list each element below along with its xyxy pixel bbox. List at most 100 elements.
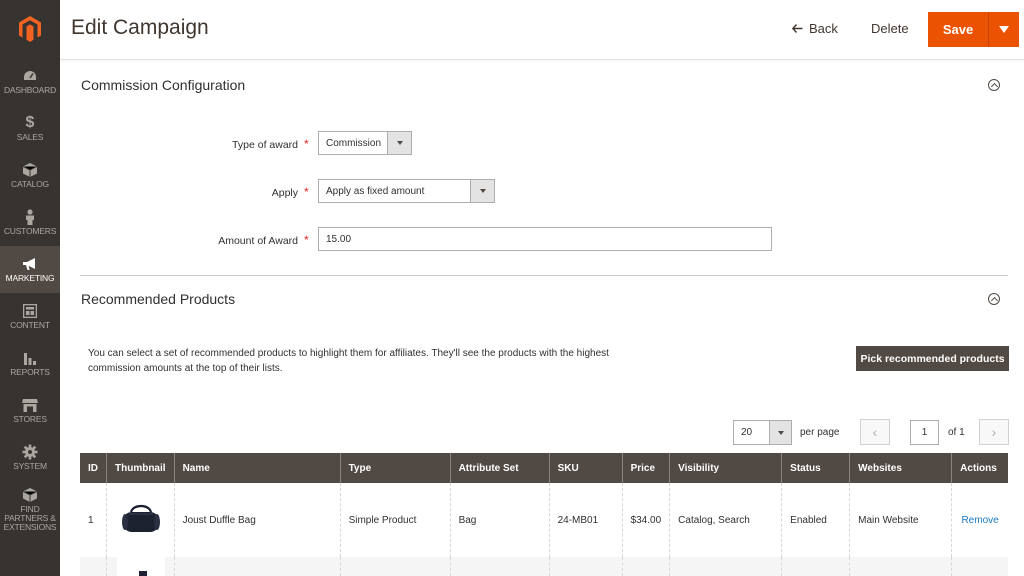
apply-label: Apply xyxy=(271,187,298,199)
required-asterisk: * xyxy=(304,233,309,247)
duffle-bag-image xyxy=(122,504,160,532)
cell-thumbnail xyxy=(106,557,175,576)
arrow-left-icon xyxy=(791,21,803,36)
required-asterisk: * xyxy=(304,137,309,151)
cell-id: 1 xyxy=(80,483,107,557)
chevron-right-icon: › xyxy=(991,424,997,440)
recommended-products-grid: ID Thumbnail Name Type Attribute Set SKU… xyxy=(80,453,1008,576)
cell-status xyxy=(781,557,850,576)
recommended-description: You can select a set of recommended prod… xyxy=(88,348,609,374)
cell-thumbnail xyxy=(106,483,175,557)
chevron-left-icon: ‹ xyxy=(872,424,878,440)
nav-customers[interactable]: CUSTOMERS xyxy=(0,199,60,246)
page-header: Edit Campaign Back Delete Save xyxy=(60,0,1024,60)
cell-attribute-set: Bag xyxy=(449,483,550,557)
column-header-attribute-set[interactable]: Attribute Set xyxy=(449,453,550,483)
nav-content[interactable]: CONTENT xyxy=(0,293,60,340)
nav-label: DASHBOARD xyxy=(3,85,57,95)
save-options-toggle[interactable] xyxy=(989,12,1019,47)
box-icon xyxy=(22,162,38,178)
page-title: Edit Campaign xyxy=(71,16,209,39)
page-size-select[interactable]: 20 xyxy=(733,420,792,445)
dashboard-icon xyxy=(22,68,38,84)
magento-logo-icon xyxy=(19,16,41,42)
column-header-sku[interactable]: SKU xyxy=(548,453,623,483)
nav-marketing[interactable]: MARKETING xyxy=(0,246,60,293)
cell-sku xyxy=(548,557,623,576)
type-of-award-value: Commission xyxy=(326,137,382,149)
nav-reports[interactable]: REPORTS xyxy=(0,340,60,387)
pick-recommended-products-button[interactable]: Pick recommended products xyxy=(856,346,1009,371)
nav-label: CONTENT xyxy=(10,320,50,330)
admin-sidebar: DASHBOARD $ SALES CATALOG CUSTOMERS MARK… xyxy=(0,0,60,576)
nav-label: REPORTS xyxy=(10,367,50,377)
column-header-visibility[interactable]: Visibility xyxy=(669,453,782,483)
save-button[interactable]: Save xyxy=(928,12,989,47)
section-title-recommended: Recommended Products xyxy=(81,291,236,307)
nav-dashboard[interactable]: DASHBOARD xyxy=(0,58,60,105)
column-header-thumbnail[interactable]: Thumbnail xyxy=(106,453,175,483)
collapse-icon[interactable] xyxy=(988,293,1000,305)
total-pages-label: of 1 xyxy=(948,427,965,438)
chevron-down-icon xyxy=(470,180,494,202)
collapse-icon[interactable] xyxy=(988,79,1000,91)
cell-visibility xyxy=(669,557,782,576)
cell-id xyxy=(80,557,107,576)
table-row xyxy=(80,557,1008,576)
delete-button[interactable]: Delete xyxy=(871,21,909,36)
cell-websites: Main Website xyxy=(849,483,952,557)
person-icon xyxy=(22,209,38,225)
amount-of-award-label: Amount of Award xyxy=(218,235,298,247)
type-of-award-label: Type of award xyxy=(232,139,298,151)
nav-label: CATALOG xyxy=(11,179,49,189)
cell-type: Simple Product xyxy=(339,483,451,557)
cell-attribute-set xyxy=(449,557,550,576)
magento-logo[interactable] xyxy=(0,0,60,58)
megaphone-icon xyxy=(22,256,38,272)
cell-price: $34.00 xyxy=(621,483,670,557)
previous-page-button[interactable]: ‹ xyxy=(860,419,890,445)
section-title-commission: Commission Configuration xyxy=(81,77,246,93)
column-header-id[interactable]: ID xyxy=(80,453,107,483)
cell-actions xyxy=(951,557,1008,576)
nav-system[interactable]: SYSTEM xyxy=(0,434,60,481)
nav-label: MARKETING xyxy=(5,273,55,283)
cell-type xyxy=(339,557,451,576)
apply-value: Apply as fixed amount xyxy=(326,185,425,197)
cell-sku: 24-MB01 xyxy=(548,483,623,557)
nav-label: CUSTOMERS xyxy=(3,226,57,236)
type-of-award-select[interactable]: Commission xyxy=(318,131,412,155)
bar-chart-icon xyxy=(22,350,38,366)
dollar-icon: $ xyxy=(25,114,35,131)
product-thumbnail[interactable] xyxy=(119,498,163,542)
column-header-name[interactable]: Name xyxy=(173,453,341,483)
section-divider xyxy=(80,275,1008,276)
chevron-down-icon xyxy=(769,421,791,444)
next-page-button[interactable]: › xyxy=(979,419,1009,445)
per-page-label: per page xyxy=(800,427,840,438)
nav-label: FIND PARTNERS & EXTENSIONS xyxy=(3,503,57,532)
chevron-down-icon xyxy=(387,132,411,154)
remove-link[interactable]: Remove xyxy=(961,515,998,526)
current-page-input[interactable]: 1 xyxy=(910,420,939,445)
nav-stores[interactable]: STORES xyxy=(0,387,60,434)
column-header-websites[interactable]: Websites xyxy=(849,453,952,483)
nav-label: SALES xyxy=(16,132,44,142)
page-size-value: 20 xyxy=(741,427,753,438)
column-header-status[interactable]: Status xyxy=(781,453,850,483)
apply-select[interactable]: Apply as fixed amount xyxy=(318,179,495,203)
amount-of-award-input[interactable]: 15.00 xyxy=(318,227,772,251)
cube-icon xyxy=(22,487,38,503)
layout-icon xyxy=(22,303,38,319)
nav-find-partners[interactable]: FIND PARTNERS & EXTENSIONS xyxy=(0,481,60,537)
column-header-type[interactable]: Type xyxy=(339,453,451,483)
column-header-price[interactable]: Price xyxy=(621,453,670,483)
nav-catalog[interactable]: CATALOG xyxy=(0,152,60,199)
nav-label: STORES xyxy=(13,414,47,424)
nav-sales[interactable]: $ SALES xyxy=(0,105,60,152)
caret-down-icon xyxy=(999,26,1009,33)
store-icon xyxy=(22,397,38,413)
back-button[interactable]: Back xyxy=(791,21,838,36)
product-thumbnail-partial[interactable] xyxy=(117,557,165,576)
cell-name xyxy=(173,557,341,576)
